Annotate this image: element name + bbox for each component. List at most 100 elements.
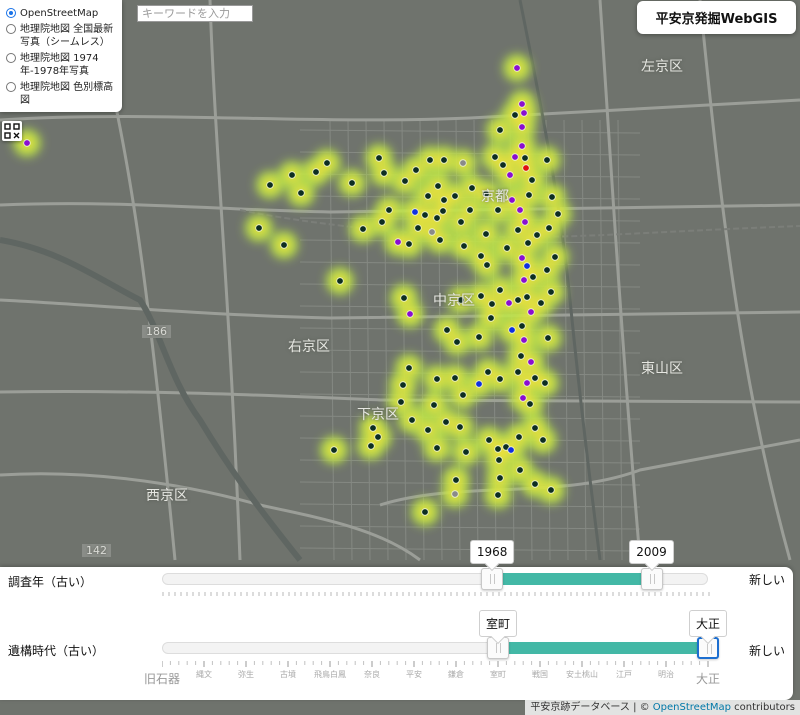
site-marker[interactable]	[266, 181, 274, 189]
site-marker[interactable]	[439, 207, 447, 215]
site-marker[interactable]	[430, 401, 438, 409]
site-marker[interactable]	[406, 310, 414, 318]
site-marker[interactable]	[517, 352, 525, 360]
site-marker[interactable]	[485, 436, 493, 444]
site-marker[interactable]	[516, 466, 524, 474]
layer-control[interactable]: OpenStreetMap 地理院地図 全国最新写真（シームレス） 地理院地図 …	[0, 0, 122, 112]
site-marker[interactable]	[421, 508, 429, 516]
site-marker[interactable]	[494, 206, 502, 214]
site-marker[interactable]	[531, 374, 539, 382]
site-marker[interactable]	[459, 391, 467, 399]
site-marker[interactable]	[288, 171, 296, 179]
site-marker[interactable]	[513, 64, 521, 72]
site-marker[interactable]	[514, 226, 522, 234]
site-marker[interactable]	[428, 228, 436, 236]
site-marker[interactable]	[554, 210, 562, 218]
site-marker[interactable]	[516, 206, 524, 214]
site-marker[interactable]	[23, 139, 31, 147]
site-marker[interactable]	[483, 261, 491, 269]
site-marker[interactable]	[496, 474, 504, 482]
site-marker[interactable]	[496, 126, 504, 134]
site-marker[interactable]	[280, 241, 288, 249]
site-marker[interactable]	[519, 394, 527, 402]
site-marker[interactable]	[543, 266, 551, 274]
layer-option-osm[interactable]: OpenStreetMap	[6, 7, 118, 20]
site-marker[interactable]	[405, 240, 413, 248]
site-marker[interactable]	[541, 379, 549, 387]
site-marker[interactable]	[440, 156, 448, 164]
site-marker[interactable]	[440, 196, 448, 204]
site-marker[interactable]	[433, 214, 441, 222]
site-marker[interactable]	[495, 456, 503, 464]
site-marker[interactable]	[421, 211, 429, 219]
site-marker[interactable]	[405, 364, 413, 372]
site-marker[interactable]	[378, 218, 386, 226]
site-marker[interactable]	[507, 446, 515, 454]
site-marker[interactable]	[459, 159, 467, 167]
site-marker[interactable]	[547, 288, 555, 296]
radio-photo-latest[interactable]	[6, 24, 16, 34]
site-marker[interactable]	[523, 379, 531, 387]
site-marker[interactable]	[477, 292, 485, 300]
site-marker[interactable]	[462, 448, 470, 456]
site-marker[interactable]	[412, 166, 420, 174]
site-marker[interactable]	[433, 375, 441, 383]
site-marker[interactable]	[424, 192, 432, 200]
attribution-osm-link[interactable]: OpenStreetMap	[653, 702, 731, 713]
site-marker[interactable]	[385, 206, 393, 214]
site-marker[interactable]	[524, 239, 532, 247]
site-marker[interactable]	[531, 480, 539, 488]
site-marker[interactable]	[508, 196, 516, 204]
site-marker[interactable]	[394, 238, 402, 246]
site-marker[interactable]	[452, 476, 460, 484]
site-marker[interactable]	[522, 164, 530, 172]
site-marker[interactable]	[451, 374, 459, 382]
site-marker[interactable]	[539, 436, 547, 444]
layer-option-photo-latest[interactable]: 地理院地図 全国最新写真（シームレス）	[6, 23, 118, 49]
site-marker[interactable]	[466, 206, 474, 214]
site-marker[interactable]	[436, 236, 444, 244]
site-marker[interactable]	[514, 296, 522, 304]
site-marker[interactable]	[527, 358, 535, 366]
site-marker[interactable]	[494, 445, 502, 453]
site-marker[interactable]	[531, 424, 539, 432]
site-marker[interactable]	[367, 442, 375, 450]
site-marker[interactable]	[533, 231, 541, 239]
site-marker[interactable]	[297, 189, 305, 197]
site-marker[interactable]	[369, 424, 377, 432]
site-marker[interactable]	[521, 218, 529, 226]
year-min-handle[interactable]	[481, 568, 504, 590]
site-marker[interactable]	[426, 156, 434, 164]
site-marker[interactable]	[348, 179, 356, 187]
site-marker[interactable]	[482, 230, 490, 238]
site-marker[interactable]	[545, 224, 553, 232]
site-marker[interactable]	[521, 154, 529, 162]
site-marker[interactable]	[537, 299, 545, 307]
site-marker[interactable]	[520, 336, 528, 344]
radio-photo-1974[interactable]	[6, 53, 16, 63]
site-marker[interactable]	[505, 299, 513, 307]
site-marker[interactable]	[496, 375, 504, 383]
site-marker[interactable]	[400, 294, 408, 302]
site-marker[interactable]	[456, 423, 464, 431]
site-marker[interactable]	[451, 192, 459, 200]
site-marker[interactable]	[518, 142, 526, 150]
site-marker[interactable]	[434, 182, 442, 190]
site-marker[interactable]	[551, 253, 559, 261]
site-marker[interactable]	[484, 368, 492, 376]
site-marker[interactable]	[508, 326, 516, 334]
site-marker[interactable]	[336, 277, 344, 285]
site-marker[interactable]	[511, 111, 519, 119]
site-marker[interactable]	[375, 154, 383, 162]
site-marker[interactable]	[255, 224, 263, 232]
site-marker[interactable]	[525, 191, 533, 199]
site-marker[interactable]	[457, 218, 465, 226]
site-marker[interactable]	[380, 169, 388, 177]
site-marker[interactable]	[499, 161, 507, 169]
site-marker[interactable]	[374, 433, 382, 441]
site-marker[interactable]	[494, 491, 502, 499]
site-marker[interactable]	[506, 171, 514, 179]
site-marker[interactable]	[399, 381, 407, 389]
site-marker[interactable]	[518, 123, 526, 131]
site-marker[interactable]	[411, 208, 419, 216]
